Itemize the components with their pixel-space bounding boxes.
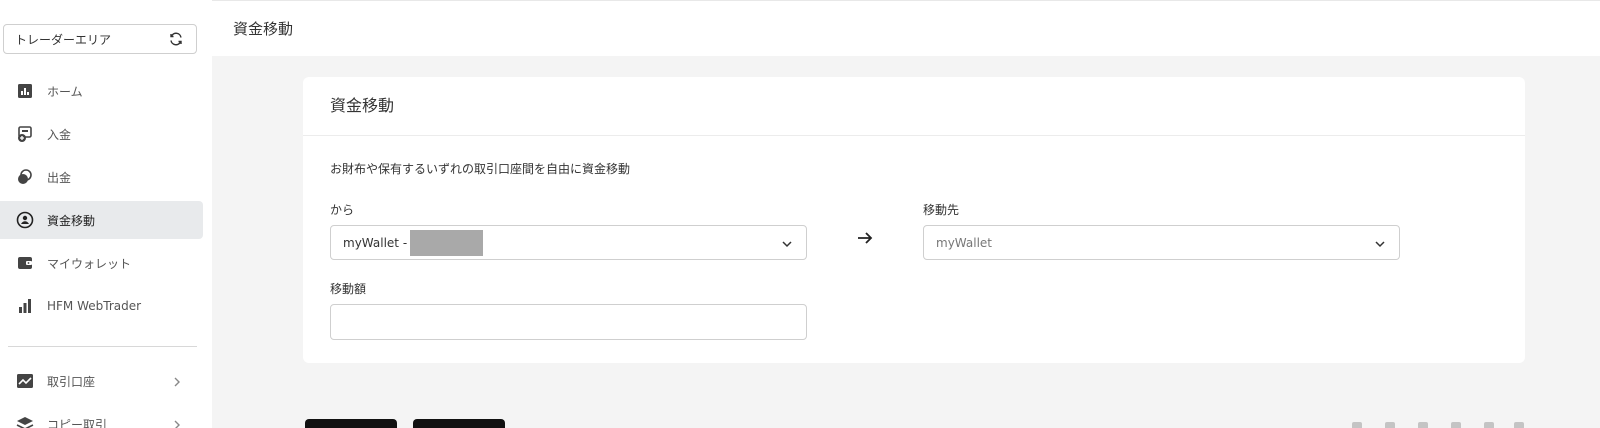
telegram-icon[interactable] [1418, 422, 1428, 428]
from-account-value: myWallet - [343, 235, 408, 250]
card-title: 資金移動 [330, 96, 395, 115]
chevron-down-icon [780, 236, 794, 250]
deposit-icon [16, 125, 34, 143]
chevron-right-icon [171, 374, 183, 388]
x-icon[interactable] [1385, 422, 1395, 428]
sidebar-divider [8, 346, 197, 347]
sidebar-item-deposit[interactable]: 入金 [0, 115, 203, 153]
layers-icon [16, 415, 34, 428]
sidebar: トレーダーエリア ホーム 入金 出金 資金移動 マイウォレット HFM WebT… [0, 0, 212, 428]
instagram-icon[interactable] [1451, 422, 1461, 428]
sidebar-item-webtrader[interactable]: HFM WebTrader [0, 287, 203, 325]
from-label: から [330, 203, 355, 217]
sidebar-item-label: 出金 [47, 170, 72, 185]
to-account-select[interactable]: myWallet [923, 225, 1400, 260]
sidebar-item-withdraw[interactable]: 出金 [0, 158, 203, 196]
trend-chart-icon [16, 372, 34, 390]
card-description: お財布や保有するいずれの取引口座間を自由に資金移動 [330, 162, 631, 176]
card-divider [303, 135, 1525, 136]
top-header: 資金移動 [212, 0, 1600, 56]
youtube-icon[interactable] [1484, 422, 1494, 428]
refresh-icon[interactable] [168, 31, 184, 47]
withdraw-icon [16, 168, 34, 186]
sidebar-item-label: 資金移動 [47, 213, 96, 228]
sidebar-item-label: マイウォレット [47, 256, 132, 271]
sidebar-section-trading-accounts[interactable]: 取引口座 [0, 362, 203, 400]
sidebar-item-home[interactable]: ホーム [0, 72, 203, 110]
app-store-badge[interactable] [305, 419, 397, 428]
sidebar-item-label: コピー取引 [47, 417, 108, 428]
chevron-down-icon [1373, 236, 1387, 250]
transfer-card: 資金移動 お財布や保有するいずれの取引口座間を自由に資金移動 から myWall… [303, 77, 1525, 363]
bar-chart-icon [16, 82, 34, 100]
sidebar-item-transfer[interactable]: 資金移動 [0, 201, 203, 239]
sidebar-item-label: 取引口座 [47, 374, 96, 389]
from-account-select[interactable]: myWallet - [330, 225, 807, 260]
amount-input[interactable] [330, 304, 807, 340]
amount-label: 移動額 [330, 282, 367, 296]
facebook-icon[interactable] [1352, 422, 1362, 428]
linkedin-icon[interactable] [1514, 422, 1524, 428]
page-title: 資金移動 [233, 20, 294, 38]
google-play-badge[interactable] [413, 419, 505, 428]
chevron-right-icon [171, 417, 183, 428]
wallet-icon [16, 254, 34, 272]
arrow-right-icon [856, 229, 874, 247]
to-label: 移動先 [923, 203, 960, 217]
sidebar-item-label: HFM WebTrader [47, 299, 142, 313]
masked-account-number [410, 229, 484, 256]
to-account-placeholder: myWallet [936, 235, 992, 250]
sidebar-item-label: ホーム [47, 84, 83, 99]
sidebar-section-copy-trading[interactable]: コピー取引 [0, 405, 203, 428]
sidebar-item-label: 入金 [47, 127, 72, 142]
sidebar-item-wallet[interactable]: マイウォレット [0, 244, 203, 282]
trader-area-selector[interactable]: トレーダーエリア [3, 24, 197, 54]
trader-area-label: トレーダーエリア [15, 32, 112, 47]
signal-bars-icon [16, 297, 34, 315]
transfer-icon [16, 211, 34, 229]
